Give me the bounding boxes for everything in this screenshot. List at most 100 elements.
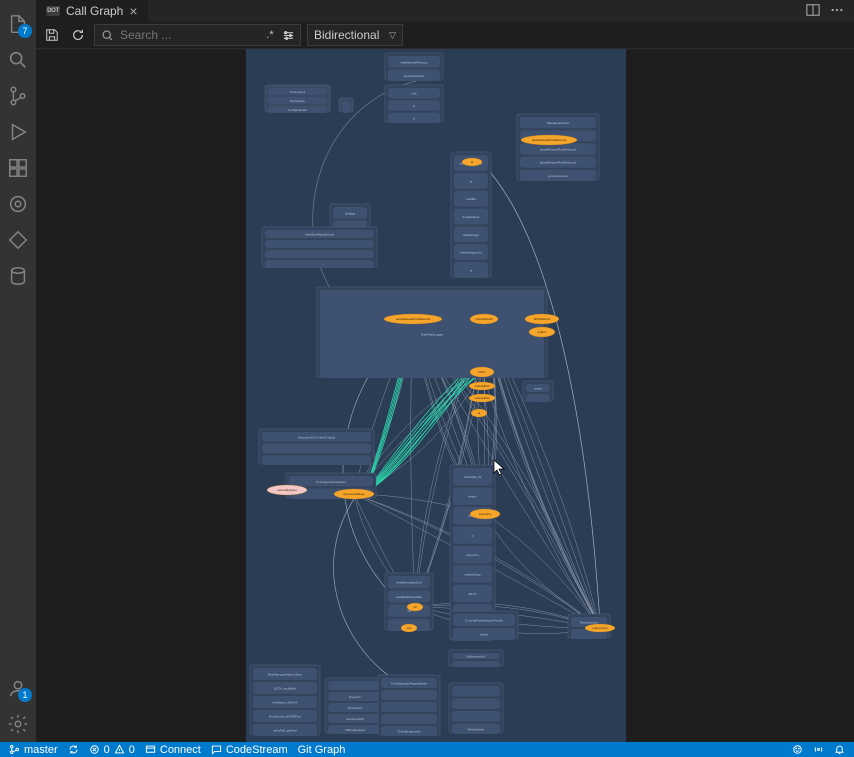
svg-text:importa*q: importa*q [466, 553, 479, 557]
warnings-count: 0 [129, 744, 135, 756]
svg-text:newstd0xyg: newstd0xyg [465, 572, 481, 576]
broadcast-icon[interactable] [808, 742, 829, 757]
toolbar: .* Bidirectional ▽ [36, 22, 854, 49]
svg-text:DaemonyX2nl Infinite Types: DaemonyX2nl Infinite Types [298, 435, 336, 439]
svg-text:MfinfinisterA: MfinfinisterA [468, 727, 485, 731]
gitgraph-label: Git Graph [298, 744, 346, 756]
run-debug-icon[interactable] [0, 114, 36, 150]
branch-status[interactable]: master [4, 742, 63, 757]
svg-text:RandclassicX: RandclassicX [580, 621, 598, 625]
svg-text:externalUpboot: externalUpboot [278, 488, 297, 492]
search-icon[interactable] [0, 42, 36, 78]
svg-text:ConfigHandler: ConfigHandler [288, 108, 307, 112]
svg-text:testLatePlot: testLatePlot [475, 396, 490, 400]
svg-text:ProbingermaxtAdapter: ProbingermaxtAdapter [316, 480, 346, 484]
explorer-icon[interactable]: 7 [0, 6, 36, 42]
options-icon[interactable] [280, 27, 296, 43]
bell-icon[interactable] [829, 742, 850, 757]
svg-text:off: off [413, 605, 416, 609]
svg-text:BlueManagerMaps-Class: BlueManagerMaps-Class [268, 673, 302, 677]
svg-text:ContingPostMeasureProvide: ContingPostMeasureProvide [465, 619, 504, 623]
svg-text:distManager: distManager [463, 233, 480, 237]
svg-text:SOTA_auditBulk: SOTA_auditBulk [274, 687, 296, 691]
connect-status[interactable]: Connect [140, 742, 206, 757]
problems-status[interactable]: 0 0 [84, 742, 140, 757]
svg-text:LOGGER_W: LOGGER_W [464, 475, 482, 479]
svg-text:at: at [471, 160, 474, 164]
gitgraph-status[interactable]: Git Graph [293, 742, 351, 757]
activity-bar: 7 1 [0, 0, 36, 742]
svg-text:MfCDMainInt: MfCDMainInt [534, 317, 551, 321]
accounts-badge: 1 [18, 688, 32, 702]
sync-status[interactable] [63, 742, 84, 757]
codestream-label: CodeStream [226, 744, 288, 756]
graph-svg[interactable]: loadMaterialPotencyspotsAdvancedunitwwOv… [246, 49, 626, 742]
refresh-icon[interactable] [68, 25, 88, 45]
svg-text:#RCX: #RCX [468, 592, 476, 596]
svg-text:importa*q: importa*q [479, 512, 491, 516]
svg-text:spotsAdvanced: spotsAdvanced [404, 74, 425, 78]
svg-text:adoptRelaxedPostRefcount: adoptRelaxedPostRefcount [540, 148, 577, 152]
svg-text:pubFin: pubFin [538, 330, 547, 334]
svg-text:ReflectionAsX: ReflectionAsX [467, 655, 486, 659]
tab-label: Call Graph [66, 4, 123, 18]
svg-text:adoptRelaxedPostRefcount: adoptRelaxedPostRefcount [540, 161, 577, 165]
svg-text:ViewSpyRegularExps: ViewSpyRegularExps [305, 233, 334, 237]
svg-text:tselfggs: tselfggs [345, 211, 356, 215]
editor-actions [806, 3, 854, 20]
svg-text:ManagedClassA: ManagedClassA [547, 121, 569, 125]
svg-text:at: at [470, 179, 473, 183]
close-icon[interactable]: × [129, 4, 137, 18]
regex-toggle[interactable]: .* [262, 27, 278, 43]
accounts-icon[interactable]: 1 [0, 670, 36, 706]
svg-text:pubLookXyz: pubLookXyz [592, 626, 608, 630]
svg-text:newBlo: newBlo [466, 197, 476, 201]
direction-select[interactable]: Bidirectional ▽ [307, 24, 403, 46]
split-editor-icon[interactable] [806, 3, 820, 20]
call-graph[interactable]: loadMaterialPotencyspotsAdvancedunitwwOv… [246, 49, 626, 742]
svg-text:adoptRelaxedPostRefcount: adoptRelaxedPostRefcount [532, 138, 566, 142]
save-icon[interactable] [42, 25, 62, 45]
svg-text:helper: helper [480, 633, 488, 637]
tab-bar: DOT Call Graph × [36, 0, 854, 22]
svg-text:testLatePlot: testLatePlot [475, 384, 490, 388]
status-bar: master 0 0 Connect CodeStream Git Graph [0, 742, 854, 757]
branch-name: master [24, 744, 58, 756]
chevron-down-icon: ▽ [389, 30, 396, 41]
svg-text:TopNDataLogger: TopNDataLogger [421, 333, 444, 337]
tab-lang-icon: DOT [46, 6, 60, 16]
svg-text:testMaxmedityGrid: testMaxmedityGrid [396, 581, 421, 585]
direction-value: Bidirectional [314, 28, 379, 42]
diamond-icon[interactable] [0, 222, 36, 258]
svg-text:helper: helper [468, 495, 476, 499]
svg-text:unit: unit [412, 92, 417, 96]
svg-text:RunKnoxAt_MITERFlux: RunKnoxAt_MITERFlux [269, 715, 301, 719]
feedback-icon[interactable] [787, 742, 808, 757]
svg-text:pubSubModel: pubSubModel [475, 317, 493, 321]
svg-text:loadMaterialPotency: loadMaterialPotency [400, 60, 428, 64]
extensions-icon[interactable] [0, 150, 36, 186]
database-icon[interactable] [0, 258, 36, 294]
svg-text:at: at [478, 411, 481, 415]
svg-text:sendt-spottify: sendt-spottify [346, 717, 364, 721]
search-input[interactable]: .* [94, 24, 301, 46]
svg-text:testWatch_ANKAX: testWatch_ANKAX [272, 701, 297, 705]
tab-call-graph[interactable]: DOT Call Graph × [36, 0, 148, 22]
svg-text:MfCX: MfCX [479, 370, 486, 374]
source-control-icon[interactable] [0, 78, 36, 114]
codestream-status[interactable]: CodeStream [206, 742, 293, 757]
graph-canvas[interactable]: loadMaterialPotencyspotsAdvancedunitwwOv… [36, 49, 854, 742]
codestream-icon[interactable] [0, 186, 36, 222]
svg-text:kbrichness: kbrichness [348, 706, 363, 710]
svg-text:testMaxRedotyMap: testMaxRedotyMap [396, 595, 422, 599]
svg-text:unit: unit [407, 626, 412, 630]
more-actions-icon[interactable] [830, 3, 844, 20]
svg-text:greenletcustom: greenletcustom [548, 174, 569, 178]
settings-gear-icon[interactable] [0, 706, 36, 742]
svg-text:testManagerOut: testManagerOut [460, 251, 482, 255]
svg-text:bjectionisedRegs: bjectionisedRegs [343, 492, 365, 496]
svg-text:atKuRod_gqField: atKuRod_gqField [273, 729, 297, 733]
svg-text:Overview #: Overview # [290, 90, 305, 94]
errors-count: 0 [104, 744, 110, 756]
svg-text:ThreeBougonette: ThreeBougonette [397, 730, 421, 734]
